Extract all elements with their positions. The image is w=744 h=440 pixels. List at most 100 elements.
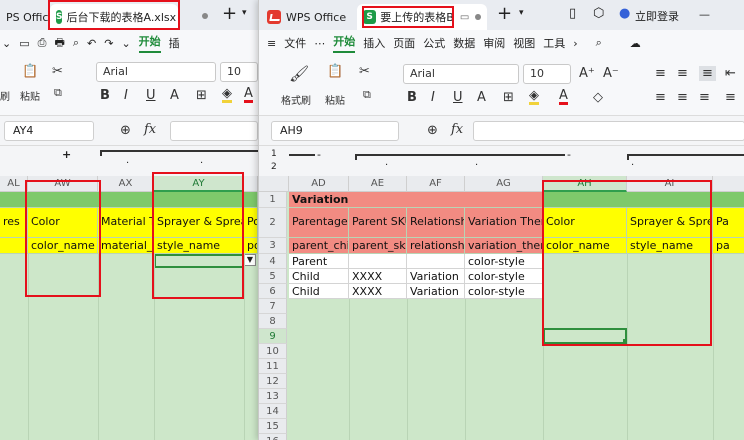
row-header-6[interactable]: 6: [259, 284, 287, 299]
active-cell-ay4[interactable]: [154, 254, 244, 268]
menu-view[interactable]: 视图: [513, 35, 535, 51]
fx-icon[interactable]: fx: [144, 122, 156, 137]
align-top-icon[interactable]: ≡: [655, 66, 666, 81]
menu-insert[interactable]: 插: [169, 35, 180, 51]
column-header-ag[interactable]: AG: [465, 176, 543, 192]
search-icon[interactable]: ⌕: [596, 36, 602, 50]
align-right-icon[interactable]: ≡: [699, 90, 710, 105]
column-header-aw[interactable]: AW: [28, 176, 98, 192]
bold-icon[interactable]: B: [100, 88, 110, 103]
copy-icon[interactable]: ⧉: [54, 86, 62, 100]
row-header-12[interactable]: 12: [259, 374, 287, 389]
row-header-14[interactable]: 14: [259, 404, 287, 419]
italic-icon[interactable]: I: [431, 90, 435, 105]
login-link[interactable]: 立即登录: [635, 8, 679, 24]
cell-ae6[interactable]: XXXX: [349, 284, 407, 299]
fill-color-icon[interactable]: ◈: [222, 87, 232, 103]
column-header-az[interactable]: [244, 176, 258, 192]
increase-font-icon[interactable]: A⁺: [579, 66, 595, 81]
user-icon[interactable]: ●: [619, 6, 630, 21]
row-header-5[interactable]: 5: [259, 269, 287, 284]
row-header-10[interactable]: 10: [259, 344, 287, 359]
clipboard-icon[interactable]: 📋: [22, 64, 38, 79]
decrease-font-icon[interactable]: A⁻: [603, 66, 619, 81]
new-tab-button[interactable]: +: [497, 3, 512, 24]
column-header-ai[interactable]: AI: [627, 176, 713, 192]
border-icon[interactable]: ⊞: [503, 90, 514, 105]
menu-file[interactable]: 文件: [284, 35, 306, 51]
cell-ad3[interactable]: parent_chil: [289, 238, 349, 254]
cell-al2[interactable]: res: [0, 208, 28, 238]
row-header-3[interactable]: 3: [259, 238, 287, 254]
cell-ad4[interactable]: Parent: [289, 254, 349, 269]
outline-level-1[interactable]: 1: [271, 149, 277, 159]
print-icon[interactable]: 🖶: [54, 34, 64, 53]
column-header-aj[interactable]: [713, 176, 744, 192]
menu-data[interactable]: 数据: [453, 35, 475, 51]
column-header-ae[interactable]: AE: [349, 176, 407, 192]
active-cell-ah9[interactable]: [543, 328, 627, 344]
more-icon[interactable]: ⋯: [314, 37, 325, 50]
font-color-icon[interactable]: A: [244, 87, 253, 103]
row-header-9[interactable]: 9: [259, 329, 287, 344]
cell-ay2[interactable]: Sprayer & Spread: [154, 208, 244, 238]
cell-ag6[interactable]: color-style: [465, 284, 543, 299]
export-icon[interactable]: ⎙: [38, 36, 47, 50]
redo-icon[interactable]: ↷: [104, 37, 113, 50]
new-tab-icon[interactable]: +: [222, 3, 237, 24]
fx-icon[interactable]: fx: [451, 122, 463, 137]
menu-review[interactable]: 审阅: [483, 35, 505, 51]
tab-window-icon[interactable]: ▭: [460, 12, 469, 23]
menu-start[interactable]: 开始: [333, 33, 356, 53]
cell-af6[interactable]: Variation: [407, 284, 465, 299]
zoom-icon[interactable]: ⊕: [427, 123, 438, 138]
cell-az2[interactable]: Pov: [244, 208, 258, 238]
cell-af2[interactable]: Relationshi: [407, 208, 465, 238]
row-header-1[interactable]: 1: [259, 192, 287, 208]
column-header-af[interactable]: AF: [407, 176, 465, 192]
fill-color-icon[interactable]: ◈: [529, 89, 539, 105]
menu-insert[interactable]: 插入: [363, 35, 385, 51]
underline-icon[interactable]: U: [146, 88, 156, 103]
cell-af3[interactable]: relationshi: [407, 238, 465, 254]
menu-start[interactable]: 开始: [138, 33, 161, 53]
cell-al3[interactable]: [0, 238, 28, 254]
cloud-icon[interactable]: ☁: [630, 37, 641, 50]
cut-icon[interactable]: ✂: [52, 64, 63, 79]
right-file-tab[interactable]: S 要上传的表格B ▭: [357, 4, 487, 30]
font-size-select[interactable]: 10: [220, 62, 258, 82]
cell-ae3[interactable]: parent_sku: [349, 238, 407, 254]
cell-af5[interactable]: Variation: [407, 269, 465, 284]
window-layout-icon[interactable]: ▯: [569, 6, 576, 21]
column-header-al[interactable]: AL: [0, 176, 28, 192]
collapse-outline-icon[interactable]: -: [317, 148, 321, 161]
left-name-box[interactable]: AY4: [4, 121, 94, 141]
format-brush-label[interactable]: 刷: [0, 88, 10, 103]
font-color-icon[interactable]: A: [559, 89, 568, 105]
strike-icon[interactable]: A: [170, 88, 179, 103]
column-header-ax[interactable]: AX: [98, 176, 154, 192]
preview-icon[interactable]: ⌕: [73, 36, 79, 50]
cell-aw3[interactable]: color_name: [28, 238, 98, 254]
left-formula-input[interactable]: [170, 121, 258, 141]
strike-icon[interactable]: A: [477, 90, 486, 105]
format-brush-button[interactable]: 格式刷: [281, 92, 311, 107]
left-file-tab[interactable]: S 后台下载的表格A.xlsx: [50, 4, 178, 30]
cell-ah1[interactable]: [543, 192, 744, 208]
cell-ae2[interactable]: Parent SKU: [349, 208, 407, 238]
font-size-select[interactable]: 10: [523, 64, 571, 84]
minimize-icon[interactable]: —: [699, 8, 710, 21]
chevron-down-icon[interactable]: ▾: [519, 8, 524, 18]
tab-dot-icon[interactable]: [196, 9, 208, 22]
cut-icon[interactable]: ✂: [359, 64, 370, 79]
cell-ad5[interactable]: Child: [289, 269, 349, 284]
row-header-11[interactable]: 11: [259, 359, 287, 374]
right-formula-input[interactable]: [473, 121, 744, 141]
align-center-icon[interactable]: ≡: [677, 90, 688, 105]
expand-outline-icon[interactable]: +: [62, 148, 71, 161]
italic-icon[interactable]: I: [124, 88, 128, 103]
row-header-16[interactable]: 16: [259, 434, 287, 440]
indent-icon[interactable]: ⇤: [725, 66, 736, 81]
cell-ag5[interactable]: color-style: [465, 269, 543, 284]
align-left-icon[interactable]: ≡: [655, 90, 666, 105]
